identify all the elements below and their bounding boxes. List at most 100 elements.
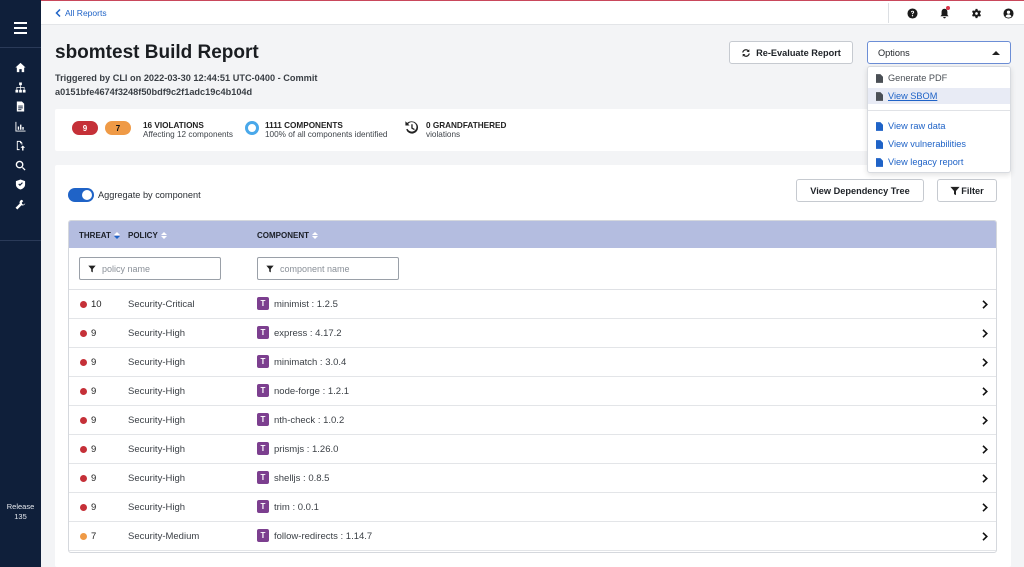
sidebar-item-documents[interactable] [0, 97, 41, 117]
settings-button[interactable] [960, 1, 992, 25]
notifications-button[interactable] [928, 1, 960, 25]
chevron-right-icon[interactable] [982, 358, 988, 367]
view-dependency-tree-button[interactable]: View Dependency Tree [796, 179, 924, 202]
component-type-badge: T [257, 326, 269, 339]
threat-score: 9 [91, 444, 97, 455]
grandfathered-stat: 0 GRANDFATHERED violations [426, 121, 506, 139]
help-button[interactable] [896, 1, 928, 25]
policy-filter-input[interactable] [102, 263, 202, 274]
menu-item-view-raw-data[interactable]: View raw data [868, 118, 1010, 134]
menu-item-label: Generate PDF [888, 73, 948, 83]
options-dropdown[interactable]: Options [867, 41, 1011, 64]
sidebar-item-search[interactable] [0, 156, 41, 176]
chart-icon [15, 121, 26, 132]
policy-name: Security-Medium [128, 531, 200, 542]
column-header-policy[interactable]: POLICY [128, 231, 167, 240]
aggregate-toggle[interactable] [68, 188, 94, 202]
component-name: minimatch : 3.0.4 [274, 357, 347, 368]
threat-level-dot [80, 388, 87, 395]
upload-icon [16, 141, 26, 151]
grandfathered-sub: violations [426, 130, 461, 139]
menu-item-view-vulnerabilities[interactable]: View vulnerabilities [868, 136, 1010, 152]
sort-icon [113, 232, 120, 239]
component-type-badge: T [257, 442, 269, 455]
home-icon [15, 63, 26, 73]
policy-name: Security-High [128, 473, 186, 484]
component-name: trim : 0.0.1 [274, 502, 319, 513]
caret-up-icon [992, 50, 1000, 55]
table-row[interactable]: 10 Security-Critical Tminimist : 1.2.5 [69, 290, 996, 319]
chevron-left-icon [55, 9, 61, 17]
table-row[interactable]: 9 Security-High Tnth-check : 1.0.2 [69, 406, 996, 435]
menu-item-label: View legacy report [888, 157, 964, 167]
sidebar-item-upload[interactable] [0, 136, 41, 156]
gear-icon [971, 8, 981, 18]
table-row[interactable]: 9 Security-High Tminimatch : 3.0.4 [69, 348, 996, 377]
policy-name: Security-Critical [128, 299, 195, 310]
component-filter-input[interactable] [280, 263, 380, 274]
table-row[interactable]: 7 Security-Medium Tfollow-redirects : 1.14… [69, 522, 996, 551]
table-row[interactable]: 9 Security-High Ttrim : 0.0.1 [69, 493, 996, 522]
chevron-right-icon[interactable] [982, 300, 988, 309]
table-row[interactable]: 9 Security-High Texpress : 4.17.2 [69, 319, 996, 348]
threat-level-dot [80, 330, 87, 337]
menu-item-view-sbom[interactable]: View SBOM [868, 88, 1010, 104]
menu-item-view-legacy-report[interactable]: View legacy report [868, 154, 1010, 170]
component-type-badge: T [257, 529, 269, 542]
filter-button[interactable]: Filter [937, 179, 997, 202]
re-evaluate-button[interactable]: Re-Evaluate Report [729, 41, 853, 64]
chevron-right-icon[interactable] [982, 445, 988, 454]
violations-title: 16 VIOLATIONS [143, 121, 204, 130]
chevron-right-icon[interactable] [982, 416, 988, 425]
chevron-right-icon[interactable] [982, 532, 988, 541]
policy-filter [79, 257, 221, 280]
column-header-threat[interactable]: THREAT [79, 231, 120, 240]
sidebar-item-security[interactable] [0, 175, 41, 195]
chevron-right-icon[interactable] [982, 503, 988, 512]
menu-item-generate-pdf[interactable]: Generate PDF [868, 70, 1010, 86]
user-menu-button[interactable] [992, 1, 1024, 25]
components-stat: 1111 COMPONENTS 100% of all components i… [265, 121, 387, 139]
column-header-component[interactable]: COMPONENT [257, 231, 318, 240]
chevron-right-icon[interactable] [982, 329, 988, 338]
search-icon [15, 160, 26, 171]
component-name: node-forge : 1.2.1 [274, 386, 349, 397]
menu-item-label: View vulnerabilities [888, 139, 966, 149]
component-name: shelljs : 0.8.5 [274, 473, 330, 484]
component-name: nth-check : 1.0.2 [274, 415, 345, 426]
filter-icon [266, 265, 274, 272]
threat-score: 9 [91, 473, 97, 484]
threat-score: 10 [91, 299, 102, 310]
column-label: POLICY [128, 231, 158, 240]
critical-count-badge: 9 [72, 121, 98, 135]
pdf-file-icon [876, 73, 883, 83]
shield-icon [15, 179, 26, 190]
component-type-badge: T [257, 384, 269, 397]
back-link[interactable]: All Reports [55, 8, 107, 18]
threat-level-dot [80, 504, 87, 511]
threat-level-dot [80, 446, 87, 453]
table-row[interactable]: 9 Security-High Tprismjs : 1.26.0 [69, 435, 996, 464]
threat-level-dot [80, 417, 87, 424]
hamburger-icon[interactable] [14, 22, 27, 34]
sidebar-item-reports[interactable] [0, 117, 41, 137]
release-label: Release [6, 502, 35, 511]
sidebar-item-tools[interactable] [0, 195, 41, 215]
component-type-badge: T [257, 355, 269, 368]
re-evaluate-label: Re-Evaluate Report [756, 47, 841, 58]
table-row[interactable]: 9 Security-High Tnode-forge : 1.2.1 [69, 377, 996, 406]
chevron-right-icon[interactable] [982, 474, 988, 483]
table-row[interactable]: 9 Security-High Tshelljs : 0.8.5 [69, 464, 996, 493]
commit-hash: a0151bfe4674f3248f50bdf9c2f1adc19c4b104d [55, 86, 253, 97]
components-ring-icon [245, 121, 259, 135]
page-title: sbomtest Build Report [55, 42, 259, 63]
options-menu: Generate PDF View SBOM View raw data Vie… [867, 66, 1011, 173]
chevron-right-icon[interactable] [982, 387, 988, 396]
sidebar-item-sitemap[interactable] [0, 78, 41, 98]
file-icon [876, 91, 883, 101]
sidebar-divider [0, 47, 41, 48]
release-number: 135 [14, 512, 27, 521]
file-icon [876, 121, 883, 131]
sidebar-item-home[interactable] [0, 58, 41, 78]
threat-level-dot [80, 475, 87, 482]
